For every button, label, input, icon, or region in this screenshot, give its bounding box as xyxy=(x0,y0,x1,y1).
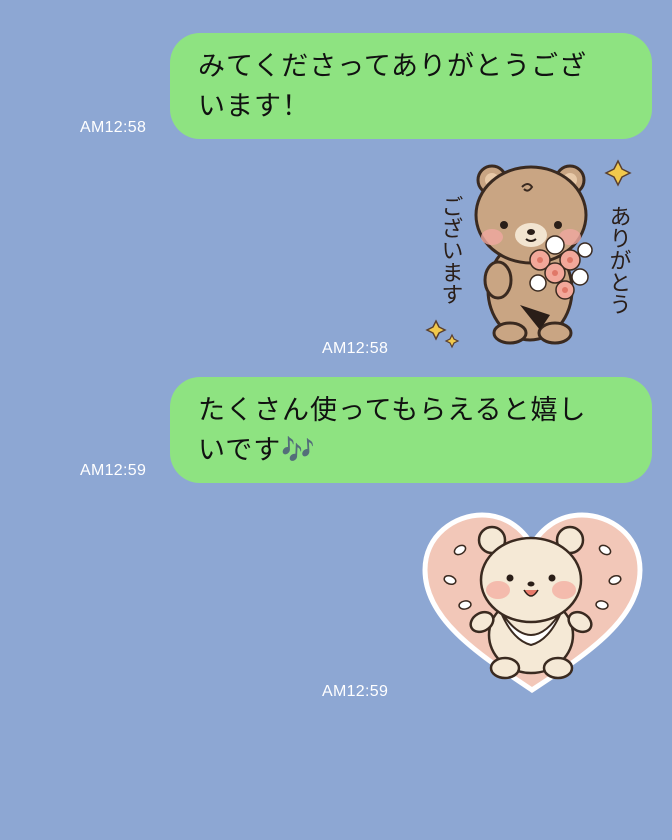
message-text-line: いです🎶 xyxy=(198,435,316,466)
sticker-timestamp: AM12:59 xyxy=(322,683,389,700)
bear-heart-icon xyxy=(422,512,643,694)
sticker-caption-left: ございます xyxy=(438,195,463,305)
sticker-timestamp: AM12:58 xyxy=(322,340,389,357)
bear-bouquet-sticker[interactable]: ありがとう ございます xyxy=(420,155,645,350)
message-bubble[interactable]: たくさん使ってもらえると嬉し いです🎶 xyxy=(170,377,652,483)
message-timestamp: AM12:58 xyxy=(80,119,147,136)
message-text-line: たくさん使ってもらえると嬉し xyxy=(198,395,587,426)
message-text-line: います！ xyxy=(198,91,310,122)
bear-heart-sticker[interactable] xyxy=(420,510,645,695)
bear-bouquet-icon: ありがとう ございます xyxy=(425,159,632,349)
message-bubble[interactable]: みてくださってありがとうござ います！ xyxy=(170,33,652,139)
sticker-caption-right: ありがとう xyxy=(606,205,631,315)
message-text-line: みてくださってありがとうござ xyxy=(198,51,588,82)
message-timestamp: AM12:59 xyxy=(80,462,147,479)
